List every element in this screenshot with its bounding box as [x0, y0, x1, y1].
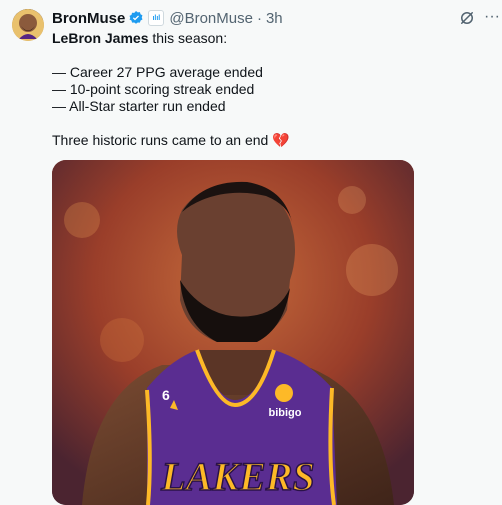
- list-item: — 10-point scoring streak ended: [52, 81, 255, 97]
- jersey-number-text: 6: [162, 387, 170, 403]
- tweet-closing: Three historic runs came to an end 💔: [52, 132, 482, 149]
- broken-heart-emoji: 💔: [272, 132, 290, 148]
- tweet-lead: LeBron James this season:: [52, 30, 482, 47]
- avatar-image: [12, 9, 44, 41]
- list-item: — Career 27 PPG average ended: [52, 64, 263, 80]
- timestamp[interactable]: 3h: [266, 10, 283, 27]
- tweet-text: LeBron James this season: — Career 27 PP…: [52, 30, 482, 149]
- author-handle[interactable]: @BronMuse: [169, 10, 253, 27]
- author-name[interactable]: BronMuse: [52, 10, 125, 27]
- player-photo: LAKERS 6 bibigo: [52, 160, 414, 505]
- tweet-closing-text: Three historic runs came to an end: [52, 132, 269, 148]
- affiliate-badge-icon[interactable]: ılıl: [148, 10, 165, 26]
- tweet[interactable]: BronMuse ılıl @BronMuse · 3h ··· LeBron …: [0, 0, 502, 505]
- separator-dot: ·: [256, 9, 262, 27]
- tweet-header: BronMuse ılıl @BronMuse · 3h: [52, 8, 283, 28]
- tweet-image[interactable]: LAKERS 6 bibigo: [52, 160, 414, 505]
- verified-badge-icon: [129, 11, 143, 24]
- avatar[interactable]: [12, 9, 44, 41]
- more-options-icon[interactable]: ···: [484, 8, 500, 28]
- jersey-team-text: LAKERS: [160, 454, 314, 499]
- tweet-lead-bold: LeBron James: [52, 30, 149, 46]
- jersey-sponsor-text: bibigo: [269, 407, 302, 419]
- grok-icon[interactable]: [458, 9, 476, 27]
- list-item: — All-Star starter run ended: [52, 98, 226, 114]
- tweet-lead-rest: this season:: [148, 30, 228, 46]
